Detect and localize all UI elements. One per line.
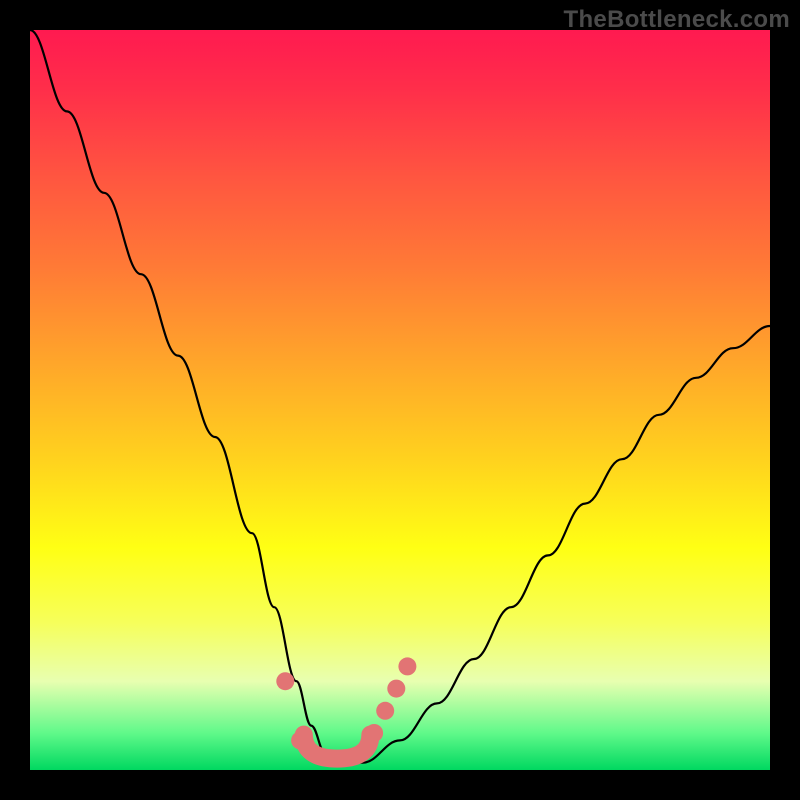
bottleneck-curve xyxy=(30,30,770,763)
watermark-text: TheBottleneck.com xyxy=(564,6,790,34)
highlight-dot xyxy=(291,731,309,749)
chart-svg xyxy=(30,30,770,770)
highlight-dot xyxy=(387,680,405,698)
chart-frame: TheBottleneck.com xyxy=(0,0,800,800)
highlight-dot xyxy=(398,657,416,675)
highlight-dot xyxy=(276,672,294,690)
optimal-band xyxy=(304,735,371,759)
highlight-dot xyxy=(365,724,383,742)
highlight-dot xyxy=(376,702,394,720)
plot-area xyxy=(30,30,770,770)
